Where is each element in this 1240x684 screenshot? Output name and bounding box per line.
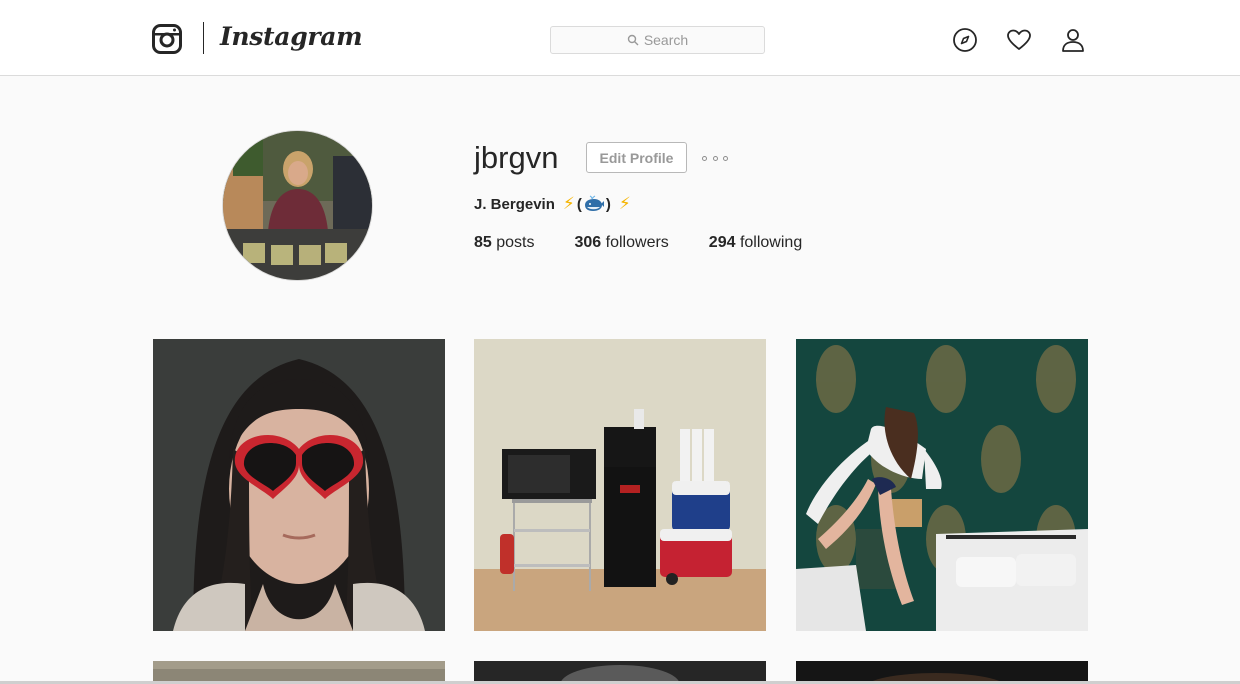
following-count: 294 — [708, 234, 736, 251]
posts-count: 85 — [474, 234, 492, 251]
search-input[interactable]: Search — [550, 26, 765, 54]
more-dot — [702, 155, 707, 161]
following-label: following — [739, 234, 803, 251]
followers-count: 306 — [574, 234, 602, 251]
posts-label: posts — [496, 234, 535, 251]
full-name-text: J. Bergevin — [474, 195, 555, 213]
top-navigation-bar: Instagram Search — [0, 0, 1240, 76]
search-placeholder: Search — [643, 32, 689, 48]
lightning-emoji: ⚡ — [618, 194, 631, 213]
heart-icon[interactable] — [1006, 27, 1032, 53]
paren-close: ) — [605, 195, 611, 213]
post-thumbnail[interactable] — [796, 339, 1088, 631]
edit-profile-button[interactable]: Edit Profile — [586, 142, 687, 173]
more-dot — [723, 155, 728, 161]
whale-emoji-icon — [584, 195, 604, 211]
more-dot — [712, 155, 718, 161]
post-photo-woman-heart-sunglasses — [153, 339, 445, 631]
instagram-camera-icon[interactable] — [152, 24, 182, 54]
search-icon — [627, 34, 639, 46]
profile-full-name: J. Bergevin ⚡ ( ) ⚡ — [474, 194, 633, 214]
post-photo-girl-jumping-on-bed — [796, 339, 1088, 631]
followers-stat[interactable]: 306 followers — [575, 234, 669, 252]
post-thumbnail[interactable] — [474, 339, 766, 631]
profile-username: jbrgvn — [474, 140, 559, 175]
posts-stat: 85 posts — [474, 234, 535, 252]
compass-icon[interactable] — [952, 27, 978, 53]
followers-label: followers — [605, 234, 669, 251]
lightning-emoji: ⚡ — [562, 194, 575, 213]
profile-stats: 85 posts 306 followers 294 following — [474, 234, 842, 252]
person-icon[interactable] — [1060, 27, 1086, 53]
logo-divider — [203, 22, 204, 54]
instagram-wordmark[interactable]: Instagram — [220, 22, 363, 51]
paren-open: ( — [576, 195, 582, 213]
more-options-button[interactable] — [702, 148, 728, 168]
post-thumbnail[interactable] — [153, 339, 445, 631]
avatar-photo — [223, 131, 372, 280]
post-photo-office-watercooler — [474, 339, 766, 631]
following-stat[interactable]: 294 following — [709, 234, 802, 252]
profile-avatar[interactable] — [222, 130, 373, 281]
